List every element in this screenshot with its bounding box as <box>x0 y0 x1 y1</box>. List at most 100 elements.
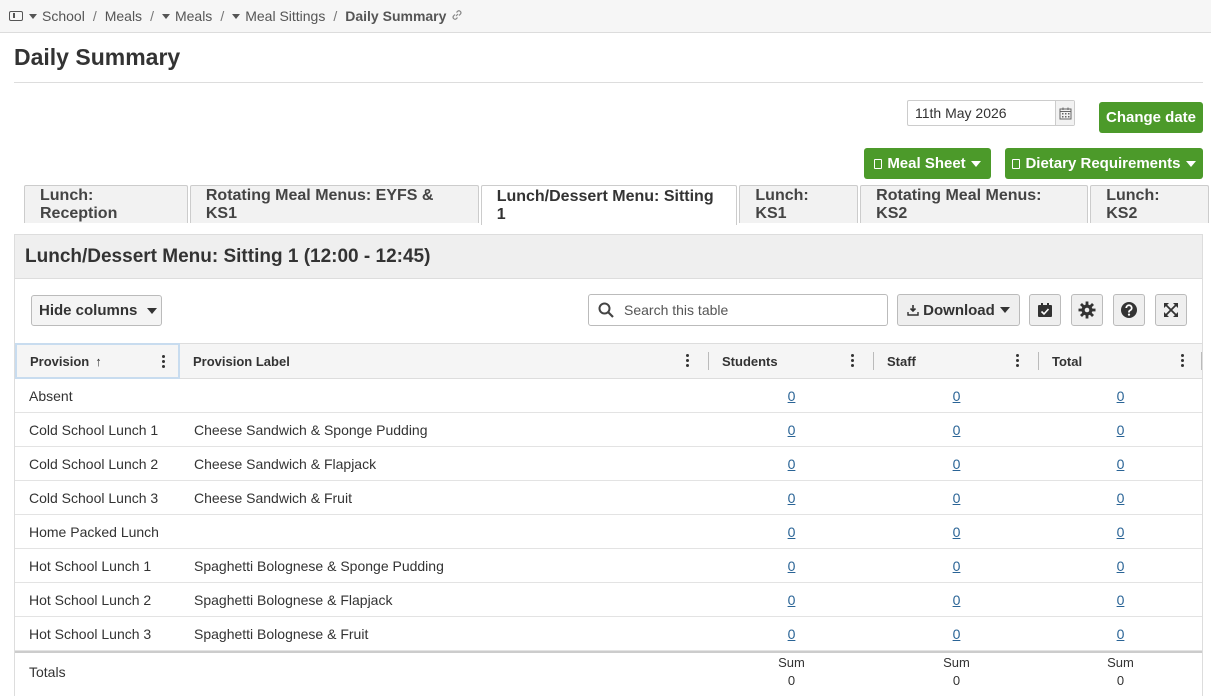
students-count-link[interactable]: 0 <box>788 456 796 472</box>
chevron-down-icon[interactable] <box>232 13 241 19</box>
column-header-staff[interactable]: Staff <box>874 344 1039 378</box>
students-cell: 0 <box>709 549 874 582</box>
breadcrumb-item-meals[interactable]: Meals <box>105 8 142 24</box>
staff-count-link[interactable]: 0 <box>953 422 961 438</box>
students-count-link[interactable]: 0 <box>788 524 796 540</box>
chevron-down-icon <box>1185 160 1196 167</box>
students-count-link[interactable]: 0 <box>788 558 796 574</box>
column-menu-icon[interactable] <box>1181 354 1184 369</box>
table-row: Hot School Lunch 3 Spaghetti Bolognese &… <box>15 617 1202 651</box>
total-count-link[interactable]: 0 <box>1117 456 1125 472</box>
staff-cell: 0 <box>874 379 1039 412</box>
provision-cell: Absent <box>29 387 73 404</box>
tab-lunch-ks2[interactable]: Lunch: KS2 <box>1090 185 1209 223</box>
total-cell: 0 <box>1039 515 1202 548</box>
date-picker[interactable] <box>907 100 1075 126</box>
breadcrumb-current: Daily Summary <box>345 8 447 24</box>
hide-columns-button[interactable]: Hide columns <box>31 295 162 326</box>
column-header-provision[interactable]: Provision ↑ <box>15 343 180 379</box>
staff-count-link[interactable]: 0 <box>953 558 961 574</box>
staff-count-link[interactable]: 0 <box>953 490 961 506</box>
column-menu-icon[interactable] <box>851 354 854 369</box>
staff-cell: 0 <box>874 515 1039 548</box>
total-count-link[interactable]: 0 <box>1117 626 1125 642</box>
students-cell: 0 <box>709 617 874 650</box>
staff-count-link[interactable]: 0 <box>953 626 961 642</box>
breadcrumb-item-meal-sittings[interactable]: Meal Sittings <box>245 8 325 24</box>
total-cell: 0 <box>1039 481 1202 514</box>
provision-cell: Hot School Lunch 3 <box>29 625 152 642</box>
staff-count-link[interactable]: 0 <box>953 592 961 608</box>
settings-button[interactable] <box>1071 294 1103 326</box>
column-menu-icon[interactable] <box>686 354 689 369</box>
sort-ascending-icon[interactable]: ↑ <box>95 354 102 369</box>
students-count-link[interactable]: 0 <box>788 388 796 404</box>
table-row: Cold School Lunch 3 Cheese Sandwich & Fr… <box>15 481 1202 515</box>
chevron-down-icon <box>999 307 1010 313</box>
column-resize-handle[interactable] <box>1201 352 1202 370</box>
staff-count-link[interactable]: 0 <box>953 456 961 472</box>
column-header-students[interactable]: Students <box>709 344 874 378</box>
meal-sheet-button[interactable]: Meal Sheet <box>864 148 991 179</box>
sum-label: Sum <box>778 655 805 670</box>
sidebar-toggle-icon[interactable] <box>9 11 23 21</box>
provision-cell: Cold School Lunch 2 <box>29 455 159 472</box>
search-box[interactable] <box>588 294 888 326</box>
staff-cell: 0 <box>874 617 1039 650</box>
students-count-link[interactable]: 0 <box>788 422 796 438</box>
tab-rotating-ks2[interactable]: Rotating Meal Menus: KS2 <box>860 185 1089 223</box>
students-count-link[interactable]: 0 <box>788 490 796 506</box>
dietary-requirements-button[interactable]: Dietary Requirements <box>1005 148 1203 179</box>
tab-lunch-dessert-sitting-1[interactable]: Lunch/Dessert Menu: Sitting 1 <box>480 185 738 225</box>
help-icon <box>1120 301 1138 319</box>
calendar-check-button[interactable] <box>1029 294 1061 326</box>
breadcrumb-separator: / <box>333 8 338 24</box>
search-input[interactable] <box>622 301 876 319</box>
column-menu-icon[interactable] <box>1016 354 1019 369</box>
divider <box>14 82 1203 83</box>
table-row: Hot School Lunch 1 Spaghetti Bolognese &… <box>15 549 1202 583</box>
breadcrumb-item-school[interactable]: School <box>42 8 85 24</box>
breadcrumb-separator: / <box>150 8 154 24</box>
total-count-link[interactable]: 0 <box>1117 388 1125 404</box>
total-count-link[interactable]: 0 <box>1117 422 1125 438</box>
tab-rotating-eyfs-ks1[interactable]: Rotating Meal Menus: EYFS & KS1 <box>189 185 479 223</box>
students-cell: 0 <box>709 379 874 412</box>
sum-value: 0 <box>787 673 796 688</box>
staff-count-link[interactable]: 0 <box>953 388 961 404</box>
column-header-total[interactable]: Total <box>1039 344 1202 378</box>
table-row: Cold School Lunch 2 Cheese Sandwich & Fl… <box>15 447 1202 481</box>
fullscreen-button[interactable] <box>1155 294 1187 326</box>
breadcrumb: School / Meals / Meals / Meal Sittings /… <box>0 0 1211 33</box>
students-count-link[interactable]: 0 <box>788 626 796 642</box>
chevron-down-icon[interactable] <box>29 13 37 19</box>
date-field[interactable] <box>908 101 1055 125</box>
provision-label-cell: Spaghetti Bolognese & Fruit <box>194 625 369 642</box>
column-menu-icon[interactable] <box>162 355 165 370</box>
students-cell: 0 <box>709 413 874 446</box>
breadcrumb-item-meals-sub[interactable]: Meals <box>175 8 212 24</box>
total-count-link[interactable]: 0 <box>1117 490 1125 506</box>
breadcrumb-separator: / <box>220 8 225 24</box>
provision-table: Provision ↑ Provision Label Students Sta… <box>15 343 1202 691</box>
tab-lunch-reception[interactable]: Lunch: Reception <box>24 185 188 223</box>
students-count-link[interactable]: 0 <box>788 592 796 608</box>
download-button[interactable]: Download <box>897 294 1020 326</box>
total-cell: 0 <box>1039 549 1202 582</box>
table-header: Provision ↑ Provision Label Students Sta… <box>15 343 1202 379</box>
chevron-down-icon <box>147 307 158 314</box>
total-count-link[interactable]: 0 <box>1117 558 1125 574</box>
search-icon <box>598 302 614 318</box>
staff-cell: 0 <box>874 413 1039 446</box>
change-date-button[interactable]: Change date <box>1099 102 1203 133</box>
column-header-label: Students <box>722 353 778 369</box>
staff-count-link[interactable]: 0 <box>953 524 961 540</box>
calendar-icon[interactable] <box>1055 101 1074 125</box>
total-count-link[interactable]: 0 <box>1117 524 1125 540</box>
column-header-provision-label[interactable]: Provision Label <box>180 344 709 378</box>
link-icon[interactable] <box>451 9 463 24</box>
chevron-down-icon[interactable] <box>161 13 170 19</box>
tab-lunch-ks1[interactable]: Lunch: KS1 <box>739 185 859 223</box>
total-count-link[interactable]: 0 <box>1117 592 1125 608</box>
help-button[interactable] <box>1113 294 1145 326</box>
